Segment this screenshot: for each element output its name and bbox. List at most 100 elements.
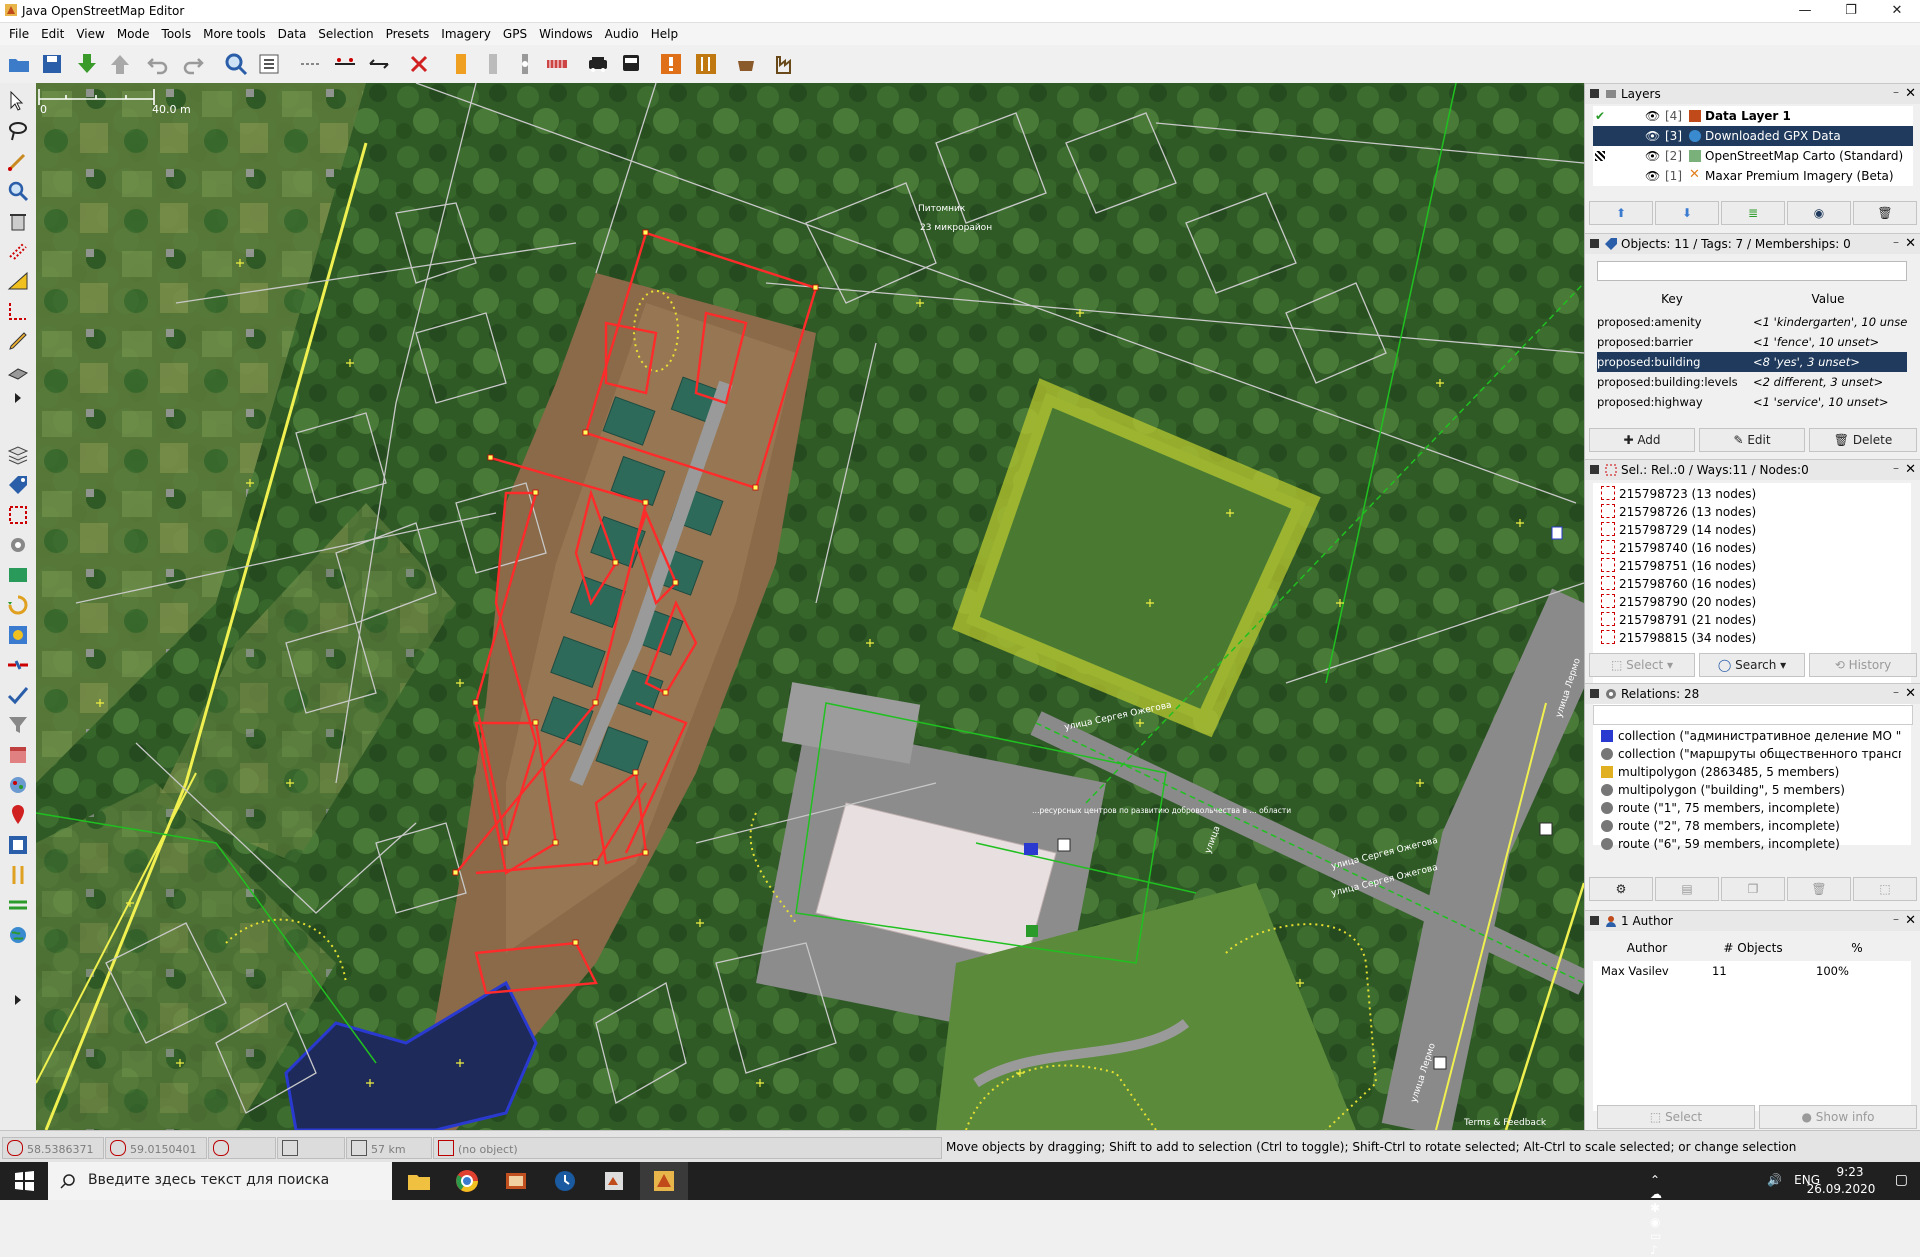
minimize-panel-button[interactable]: – <box>1893 685 1899 699</box>
collapse-toggle[interactable] <box>1590 465 1599 474</box>
pencil-icon[interactable] <box>6 329 30 353</box>
expand-arrow-icon[interactable] <box>6 993 30 1007</box>
layer-row[interactable]: 👁 [2] OpenStreetMap Carto (Standard) <box>1593 146 1913 166</box>
history-icon[interactable] <box>6 593 30 617</box>
highway-preset-icon[interactable] <box>448 51 474 77</box>
menu-audio[interactable]: Audio <box>599 23 645 45</box>
history-button[interactable]: ⟲ History <box>1809 653 1917 677</box>
redo-icon[interactable] <box>180 51 206 77</box>
merge-layer-button[interactable]: ≣ <box>1721 201 1785 225</box>
map-view[interactable]: Питомник 23 микрорайон …ресурсных центро… <box>36 83 1584 1130</box>
lasso-mode-icon[interactable] <box>6 119 30 143</box>
menu-windows[interactable]: Windows <box>533 23 599 45</box>
improve-way-icon[interactable] <box>6 299 30 323</box>
expand-arrow-icon[interactable] <box>6 391 30 405</box>
volume-icon[interactable]: 🔊 <box>1767 1173 1782 1187</box>
reverse-way-icon[interactable] <box>366 51 392 77</box>
layer-row[interactable]: 👁 [1] ✕ Maxar Premium Imagery (Beta) <box>1593 166 1913 186</box>
globe-icon[interactable] <box>6 923 30 947</box>
railway-preset-icon[interactable] <box>544 51 570 77</box>
validator-icon[interactable] <box>6 683 30 707</box>
list-item[interactable]: 215798790 (20 nodes) <box>1601 593 1756 611</box>
mapcss-icon[interactable] <box>6 773 30 797</box>
select-author-button[interactable]: ⬚ Select <box>1597 1105 1755 1129</box>
menu-data[interactable]: Data <box>272 23 313 45</box>
menu-view[interactable]: View <box>70 23 110 45</box>
list-item[interactable]: multipolygon ("building", 5 members) <box>1601 781 1901 799</box>
new-relation-button[interactable]: ⚙ <box>1589 877 1653 901</box>
relations-toggle-icon[interactable] <box>6 533 30 557</box>
delete-tag-button[interactable]: 🗑 Delete <box>1809 428 1917 452</box>
author-name[interactable]: Max Vasilev <box>1601 964 1669 978</box>
menu-edit[interactable]: Edit <box>35 23 70 45</box>
duplicate-relation-button[interactable]: ❐ <box>1721 877 1785 901</box>
industrial-icon[interactable] <box>773 51 799 77</box>
combine-way-icon[interactable] <box>332 51 358 77</box>
list-item[interactable]: route ("1", 75 members, incomplete) <box>1601 799 1901 817</box>
edit-relation-button[interactable]: ▤ <box>1655 877 1719 901</box>
tag-row[interactable]: proposed:amenity <1 'kindergarten', 10 un… <box>1597 312 1907 332</box>
map-paint-icon[interactable] <box>6 563 30 587</box>
undo-icon[interactable] <box>145 51 171 77</box>
delete-icon[interactable] <box>406 51 432 77</box>
close-window-button[interactable]: ✕ <box>1874 0 1920 22</box>
zoom-icon[interactable] <box>223 51 249 77</box>
car-icon[interactable] <box>585 51 611 77</box>
selection-toggle-icon[interactable] <box>6 503 30 527</box>
tag-row[interactable]: proposed:building:levels <2 different, 3 … <box>1597 372 1907 392</box>
minimize-panel-button[interactable]: – <box>1893 912 1899 926</box>
eye-icon[interactable]: 👁 <box>1645 166 1660 186</box>
layers-header[interactable]: Layers – ✕ <box>1585 83 1920 104</box>
author-column-header[interactable]: Author <box>1597 941 1697 955</box>
relation-filter-input[interactable] <box>1593 705 1913 725</box>
collapse-toggle[interactable] <box>1590 239 1599 248</box>
zoom-mode-icon[interactable] <box>6 179 30 203</box>
list-item[interactable]: 215798791 (21 nodes) <box>1601 611 1756 629</box>
collapse-toggle[interactable] <box>1590 689 1599 698</box>
menu-tools[interactable]: Tools <box>156 23 198 45</box>
measure-icon[interactable] <box>6 269 30 293</box>
menu-file[interactable]: File <box>3 23 35 45</box>
close-panel-button[interactable]: ✕ <box>1905 686 1916 701</box>
filter-icon[interactable] <box>6 713 30 737</box>
select-button[interactable]: ⬚ Select ▾ <box>1589 653 1695 677</box>
download-icon[interactable] <box>74 51 100 77</box>
app-icon[interactable] <box>600 1167 628 1195</box>
menu-more-tools[interactable]: More tools <box>197 23 272 45</box>
list-item[interactable]: collection ("административное деление МО… <box>1601 727 1901 745</box>
delete-relation-button[interactable]: 🗑 <box>1787 877 1851 901</box>
close-panel-button[interactable]: ✕ <box>1905 236 1916 251</box>
minimize-button[interactable]: — <box>1782 0 1828 22</box>
collapse-toggle[interactable] <box>1590 89 1599 98</box>
split-way-icon[interactable] <box>298 51 324 77</box>
menu-mode[interactable]: Mode <box>111 23 156 45</box>
track-preset-icon[interactable] <box>480 51 506 77</box>
upload-icon[interactable] <box>107 51 133 77</box>
authors-header[interactable]: 1 Author – ✕ <box>1585 910 1920 931</box>
restore-button[interactable]: ❐ <box>1828 0 1874 22</box>
bus-icon[interactable] <box>618 51 644 77</box>
close-panel-button[interactable]: ✕ <box>1905 86 1916 101</box>
draw-mode-icon[interactable] <box>6 149 30 173</box>
list-item[interactable]: 215798729 (14 nodes) <box>1601 521 1756 539</box>
list-item[interactable]: 215798815 (34 nodes) <box>1601 629 1756 647</box>
file-explorer-icon[interactable] <box>405 1167 433 1195</box>
conflict-icon[interactable] <box>6 653 30 677</box>
objects-column-header[interactable]: # Objects <box>1703 941 1803 955</box>
close-panel-button[interactable]: ✕ <box>1905 462 1916 477</box>
tag-row[interactable]: proposed:highway <1 'service', 10 unset> <box>1597 392 1907 412</box>
tool-icon[interactable] <box>6 863 30 887</box>
changeset-icon[interactable] <box>6 743 30 767</box>
green-lines-icon[interactable] <box>6 893 30 917</box>
select-mode-icon[interactable] <box>6 89 30 113</box>
shop-icon[interactable] <box>733 51 759 77</box>
minimize-panel-button[interactable]: – <box>1893 461 1899 475</box>
notes-icon[interactable] <box>6 803 30 827</box>
imagery-icon[interactable] <box>6 623 30 647</box>
image-viewer-icon[interactable] <box>502 1167 530 1195</box>
show-info-button[interactable]: ● Show info <box>1759 1105 1917 1129</box>
select-members-button[interactable]: ⬚ <box>1853 877 1917 901</box>
parallel-mode-icon[interactable] <box>6 239 30 263</box>
layers-toggle-icon[interactable] <box>6 443 30 467</box>
add-tag-button[interactable]: ✚ Add <box>1589 428 1695 452</box>
